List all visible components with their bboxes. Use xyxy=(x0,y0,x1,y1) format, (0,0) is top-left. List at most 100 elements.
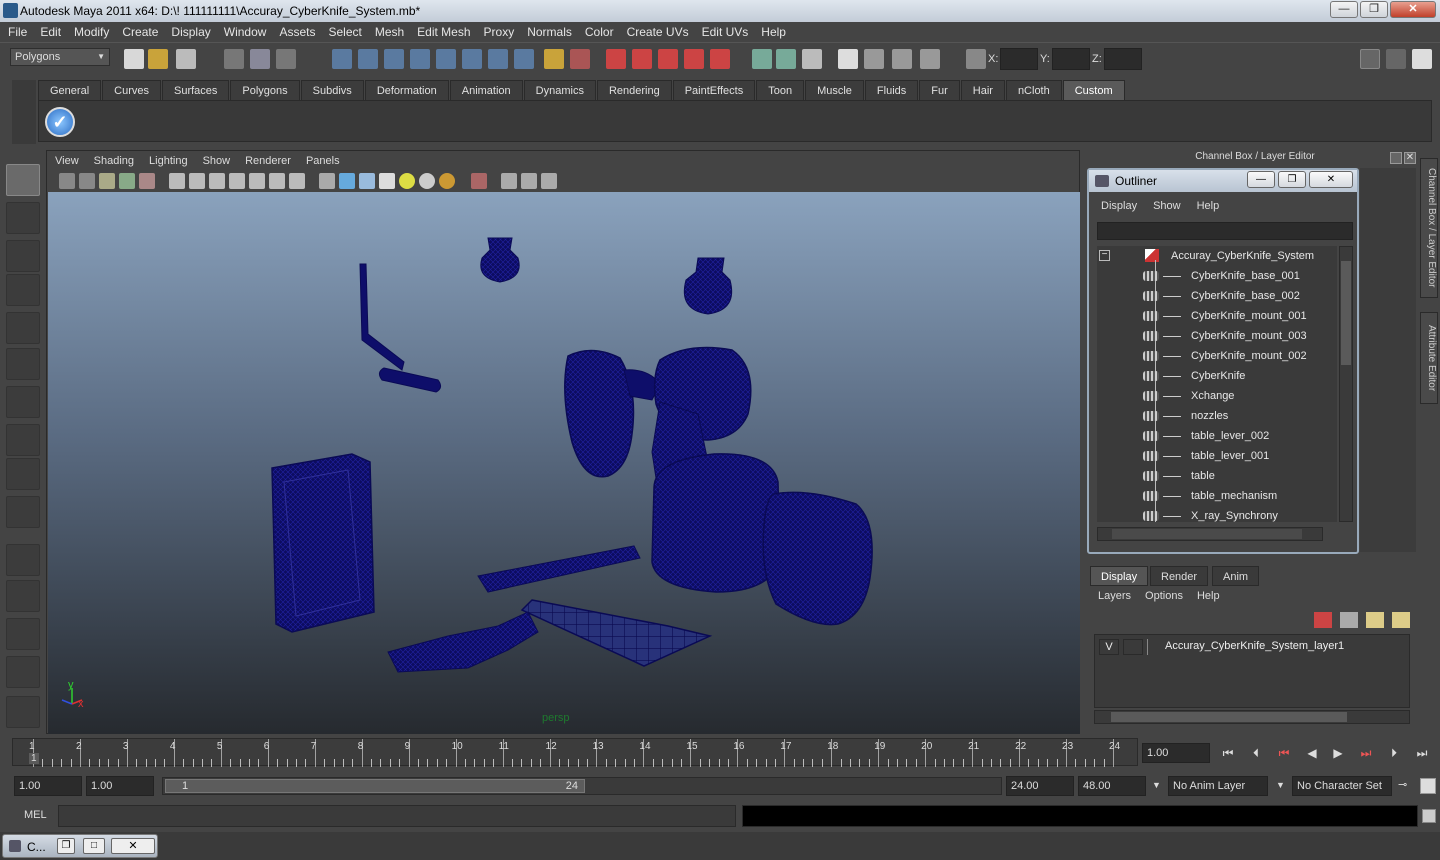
input-output-icon[interactable] xyxy=(752,49,772,69)
hud-icon[interactable] xyxy=(541,173,557,189)
textured-icon[interactable] xyxy=(229,173,245,189)
vp-menu-panels[interactable]: Panels xyxy=(306,155,340,167)
shelf-tab-surfaces[interactable]: Surfaces xyxy=(161,80,230,100)
outliner-menu-show[interactable]: Show xyxy=(1153,200,1181,212)
outliner-item[interactable]: table_mechanism xyxy=(1097,486,1337,506)
move-layer-down-icon[interactable] xyxy=(1340,612,1358,628)
outliner-minimize-button[interactable]: — xyxy=(1247,171,1275,188)
play-backwards-icon[interactable]: ◀ xyxy=(1304,746,1320,762)
four-view-layout-icon[interactable] xyxy=(6,580,40,612)
outliner-item[interactable]: nozzles xyxy=(1097,406,1337,426)
select-joint-icon[interactable] xyxy=(358,49,378,69)
snap-to-view-plane-icon[interactable] xyxy=(684,49,704,69)
menu-window[interactable]: Window xyxy=(224,25,267,39)
outliner-item[interactable]: CyberKnife xyxy=(1097,366,1337,386)
outliner-item[interactable]: CyberKnife_base_001 xyxy=(1097,266,1337,286)
move-layer-up-icon[interactable] xyxy=(1314,612,1332,628)
rotate-tool-icon[interactable] xyxy=(6,312,40,344)
step-forward-key-icon[interactable]: ⏭ xyxy=(1358,746,1374,762)
show-manipulator-icon[interactable] xyxy=(6,458,40,490)
outliner-filter-field[interactable] xyxy=(1097,222,1353,240)
menu-help[interactable]: Help xyxy=(761,25,786,39)
tool-settings-icon[interactable] xyxy=(1386,49,1406,69)
menu-modify[interactable]: Modify xyxy=(74,25,109,39)
vp-menu-renderer[interactable]: Renderer xyxy=(245,155,291,167)
outliner-menu-display[interactable]: Display xyxy=(1101,200,1137,212)
layer-menu-help[interactable]: Help xyxy=(1197,590,1220,602)
outliner-item[interactable]: CyberKnife_mount_003 xyxy=(1097,326,1337,346)
side-tab-attribute-editor[interactable]: Attribute Editor xyxy=(1420,312,1438,404)
select-deformer-icon[interactable] xyxy=(436,49,456,69)
menu-assets[interactable]: Assets xyxy=(279,25,315,39)
new-layer-from-selection-icon[interactable] xyxy=(1392,612,1410,628)
maximize-icon[interactable]: □ xyxy=(83,838,105,854)
grid-toggle-icon[interactable] xyxy=(139,173,155,189)
range-slider-handle[interactable]: 1 24 xyxy=(165,779,585,793)
menu-edit-uvs[interactable]: Edit UVs xyxy=(702,25,749,39)
xray-icon[interactable] xyxy=(501,173,517,189)
highlight-selection-icon[interactable] xyxy=(570,49,590,69)
select-object-icon[interactable] xyxy=(250,49,270,69)
render-settings-icon[interactable] xyxy=(892,49,912,69)
text-icon[interactable] xyxy=(289,173,305,189)
save-scene-icon[interactable] xyxy=(176,49,196,69)
shelf-tab-general[interactable]: General xyxy=(38,80,102,100)
snap-to-curve-icon[interactable] xyxy=(632,49,652,69)
outliner-vscroll-thumb[interactable] xyxy=(1341,261,1351,365)
shelf-grip[interactable] xyxy=(12,80,36,144)
last-tool-icon[interactable] xyxy=(6,496,40,528)
outliner-vertical-scrollbar[interactable] xyxy=(1339,246,1353,522)
play-forwards-icon[interactable]: ▶ xyxy=(1330,746,1346,762)
menu-proxy[interactable]: Proxy xyxy=(484,25,515,39)
vp-menu-lighting[interactable]: Lighting xyxy=(149,155,188,167)
shelf-tab-rendering[interactable]: Rendering xyxy=(596,80,672,100)
wire-on-shaded-icon[interactable] xyxy=(209,173,225,189)
menu-mesh[interactable]: Mesh xyxy=(375,25,404,39)
select-misc-icon[interactable] xyxy=(514,49,534,69)
shelf-tab-hair[interactable]: Hair xyxy=(960,80,1005,100)
construction-history-icon[interactable] xyxy=(776,49,796,69)
minimized-window[interactable]: C... ❐ □ ✕ xyxy=(2,834,158,858)
hypershade-icon[interactable] xyxy=(920,49,940,69)
playback-start-field[interactable]: 1.00 xyxy=(86,776,154,796)
step-forward-frame-icon[interactable]: ⏵ xyxy=(1386,746,1402,762)
close-panel-icon[interactable]: ✕ xyxy=(1404,152,1416,164)
end-time-field[interactable]: 48.00 xyxy=(1078,776,1146,796)
outliner-item[interactable]: CyberKnife_mount_002 xyxy=(1097,346,1337,366)
menu-set-dropdown[interactable]: Polygons ▼ xyxy=(10,48,110,66)
shelf-tab-dynamics[interactable]: Dynamics xyxy=(523,80,596,100)
wireframe-icon[interactable] xyxy=(169,173,185,189)
camera-attributes-icon[interactable] xyxy=(79,173,95,189)
layer-type-toggle[interactable] xyxy=(1123,639,1143,655)
ipr-render-icon[interactable] xyxy=(864,49,884,69)
smooth-shade-icon[interactable] xyxy=(189,173,205,189)
select-dynamic-icon[interactable] xyxy=(462,49,482,69)
transform-mode-icon[interactable] xyxy=(966,49,986,69)
shelf-tab-toon[interactable]: Toon xyxy=(756,80,805,100)
collapse-icon[interactable]: − xyxy=(1099,250,1110,261)
script-editor-icon[interactable] xyxy=(1422,809,1436,823)
menu-select[interactable]: Select xyxy=(328,25,361,39)
select-rendering-icon[interactable] xyxy=(488,49,508,69)
layer-hscroll-thumb[interactable] xyxy=(1111,712,1347,722)
y-field[interactable] xyxy=(1052,48,1090,70)
current-time-field[interactable]: 1.00 xyxy=(1142,743,1210,763)
select-handle-icon[interactable] xyxy=(332,49,352,69)
outliner-hscroll-thumb[interactable] xyxy=(1112,529,1302,539)
layer-menu-options[interactable]: Options xyxy=(1145,590,1183,602)
outliner-maximize-button[interactable]: ❐ xyxy=(1278,171,1306,188)
anim-layer-dropdown[interactable]: No Anim Layer xyxy=(1168,776,1268,796)
isolate-select-icon[interactable] xyxy=(471,173,487,189)
shelf-tab-deformation[interactable]: Deformation xyxy=(364,80,449,100)
shelf-tab-fluids[interactable]: Fluids xyxy=(864,80,919,100)
shadows-icon[interactable] xyxy=(269,173,285,189)
vp-menu-show[interactable]: Show xyxy=(203,155,231,167)
go-to-start-icon[interactable]: ⏮ xyxy=(1220,746,1236,762)
bounding-box-icon[interactable] xyxy=(319,173,335,189)
paint-select-tool-icon[interactable] xyxy=(6,240,40,272)
use-selected-lights-icon[interactable] xyxy=(439,173,455,189)
soft-mod-tool-icon[interactable] xyxy=(6,424,40,456)
lock-selection-icon[interactable] xyxy=(544,49,564,69)
single-perspective-layout-icon[interactable] xyxy=(6,544,40,576)
start-time-field[interactable]: 1.00 xyxy=(14,776,82,796)
